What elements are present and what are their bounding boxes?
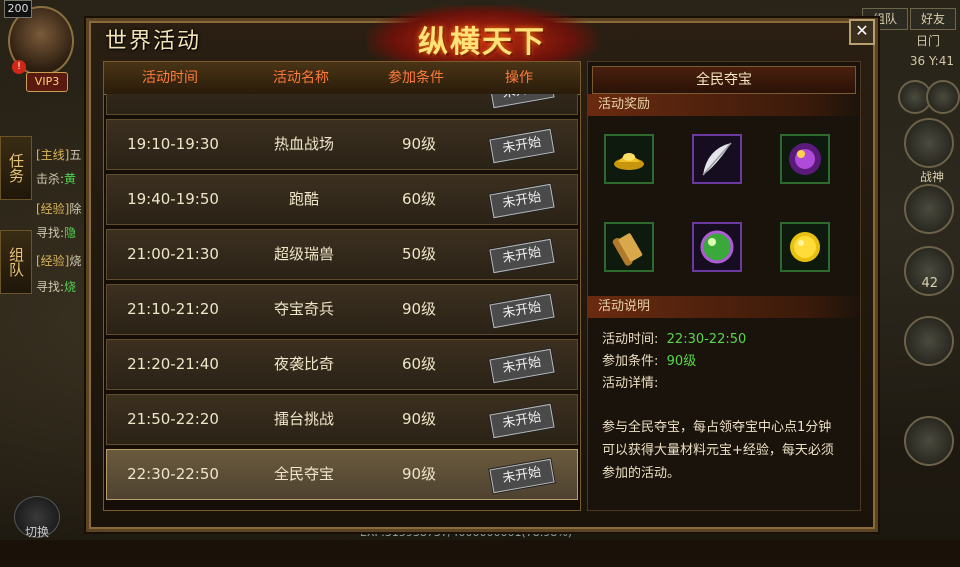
gold-coin-icon[interactable] bbox=[780, 222, 830, 272]
activity-operation: 未开始 bbox=[469, 120, 575, 169]
switch-button[interactable]: 切换 bbox=[14, 496, 60, 539]
activity-condition: 90级 bbox=[401, 135, 437, 153]
world-activity-panel: 世界活动 纵横天下 ✕ 活动时间 活动名称 参加条件 操作 未开始19:10-1… bbox=[86, 5, 878, 532]
rewards-header: 活动奖励 bbox=[588, 94, 864, 116]
player-level: 200 bbox=[4, 0, 32, 18]
activity-operation: 未开始 bbox=[469, 230, 575, 279]
activity-name bbox=[239, 94, 369, 114]
detail-title: 全民夺宝 bbox=[592, 66, 856, 94]
gold-ingot-icon[interactable] bbox=[604, 134, 654, 184]
activity-time: 19:10-19:30 bbox=[127, 135, 219, 153]
status-stamp[interactable]: 未开始 bbox=[489, 348, 555, 384]
header-name: 活动名称 bbox=[273, 70, 329, 86]
tab-quest[interactable]: 任务 bbox=[0, 136, 32, 200]
close-button[interactable]: ✕ bbox=[849, 19, 875, 45]
quest-line[interactable]: 寻找:烧 bbox=[36, 278, 76, 295]
war-god-label: 战神 bbox=[919, 170, 944, 184]
info-header: 活动说明 bbox=[588, 296, 864, 318]
skill-icon[interactable] bbox=[904, 316, 954, 366]
alert-icon[interactable]: ! bbox=[12, 60, 26, 74]
status-stamp[interactable]: 未开始 bbox=[489, 94, 555, 109]
table-row[interactable]: 21:50-22:20 擂台挑战 90级 未开始 bbox=[106, 394, 578, 445]
quest-line[interactable]: [主线]五 bbox=[36, 146, 81, 163]
activity-condition: 50级 bbox=[401, 245, 437, 263]
activity-name: 跑酷 bbox=[288, 190, 319, 208]
activity-time: 22:30-22:50 bbox=[127, 465, 219, 483]
scroll-icon[interactable] bbox=[604, 222, 654, 272]
activity-condition: 90级 bbox=[401, 300, 437, 318]
level-indicator: 42 bbox=[921, 276, 938, 291]
table-row[interactable]: 22:30-22:50 全民夺宝 90级 未开始 bbox=[106, 449, 578, 500]
banner: 纵横天下 bbox=[367, 5, 597, 63]
status-stamp[interactable]: 未开始 bbox=[489, 458, 555, 494]
status-stamp[interactable]: 未开始 bbox=[489, 238, 555, 274]
activity-time: 21:50-22:20 bbox=[127, 410, 219, 428]
activity-condition: 90级 bbox=[401, 410, 437, 428]
gear-icon[interactable] bbox=[926, 80, 960, 114]
activity-condition: 60级 bbox=[401, 355, 437, 373]
table-row[interactable]: 21:20-21:40 夜袭比奇 60级 未开始 bbox=[106, 339, 578, 390]
activity-time: 21:00-21:30 bbox=[127, 245, 219, 263]
header-time: 活动时间 bbox=[142, 70, 198, 86]
time-info: 活动时间: 22:30-22:50 bbox=[602, 332, 747, 347]
activity-operation: 未开始 bbox=[469, 450, 575, 499]
activity-name: 夺宝奇兵 bbox=[273, 300, 334, 318]
list-header: 活动时间 活动名称 参加条件 操作 bbox=[104, 62, 580, 95]
activity-name: 超级瑞兽 bbox=[273, 245, 334, 263]
purple-orb-icon[interactable] bbox=[780, 134, 830, 184]
table-row[interactable]: 21:10-21:20 夺宝奇兵 90级 未开始 bbox=[106, 284, 578, 335]
attack-icon[interactable] bbox=[904, 416, 954, 466]
activity-name: 全民夺宝 bbox=[273, 465, 334, 483]
quest-line[interactable]: [经验]除 bbox=[36, 200, 81, 217]
table-row[interactable]: 19:10-19:30 热血战场 90级 未开始 bbox=[106, 119, 578, 170]
activity-detail: 全民夺宝 活动奖励 活动说明 活动时间: 22:30-22:50 参加条件: 9… bbox=[587, 61, 864, 511]
header-operation: 操作 bbox=[505, 70, 533, 86]
status-stamp[interactable]: 未开始 bbox=[489, 183, 555, 219]
table-row[interactable]: 未开始 bbox=[106, 94, 578, 115]
activity-description: 参与全民夺宝，每占领夺宝中心点1分钟可以获得大量材料元宝+经验，每天必须参加的活… bbox=[602, 420, 834, 481]
activity-operation: 未开始 bbox=[469, 395, 575, 444]
coordinates: 36 Y:41 bbox=[909, 54, 954, 68]
horse-icon[interactable] bbox=[904, 184, 954, 234]
quest-line[interactable]: 击杀:黄 bbox=[36, 170, 76, 187]
activity-time: 19:40-19:50 bbox=[127, 190, 219, 208]
activity-operation: 未开始 bbox=[469, 340, 575, 389]
activity-condition bbox=[369, 94, 469, 114]
quest-line[interactable]: [经验]烧 bbox=[36, 252, 81, 269]
activity-time: 21:20-21:40 bbox=[127, 355, 219, 373]
map-name: 日门 bbox=[915, 34, 940, 48]
activity-name: 夜袭比奇 bbox=[273, 355, 334, 373]
activity-operation: 未开始 bbox=[469, 175, 575, 224]
friends-button[interactable]: 好友 bbox=[910, 8, 956, 30]
activity-condition: 60级 bbox=[401, 190, 437, 208]
table-row[interactable]: 21:00-21:30 超级瑞兽 50级 未开始 bbox=[106, 229, 578, 280]
activity-time: 21:10-21:20 bbox=[127, 300, 219, 318]
quest-line[interactable]: 寻找:隐 bbox=[36, 224, 76, 241]
activity-operation: 未开始 bbox=[469, 94, 575, 114]
status-stamp[interactable]: 未开始 bbox=[489, 293, 555, 329]
vip-badge[interactable]: VIP3 bbox=[26, 72, 68, 92]
header-condition: 参加条件 bbox=[388, 70, 444, 86]
panel-title: 世界活动 bbox=[105, 29, 202, 54]
condition-info: 参加条件: 90级 bbox=[602, 354, 697, 369]
war-god-icon[interactable] bbox=[904, 118, 954, 168]
activity-time bbox=[107, 94, 239, 114]
activity-name: 热血战场 bbox=[273, 135, 334, 153]
table-row[interactable]: 19:40-19:50 跑酷 60级 未开始 bbox=[106, 174, 578, 225]
activity-list: 活动时间 活动名称 参加条件 操作 未开始19:10-19:30热血战场90级未… bbox=[103, 61, 581, 511]
green-gem-icon[interactable] bbox=[692, 222, 742, 272]
activity-operation: 未开始 bbox=[469, 285, 575, 334]
activity-rows[interactable]: 未开始19:10-19:30热血战场90级未开始19:40-19:50跑酷60级… bbox=[104, 94, 580, 510]
banner-text: 纵横天下 bbox=[418, 25, 546, 60]
tab-team[interactable]: 组队 bbox=[0, 230, 32, 294]
status-stamp[interactable]: 未开始 bbox=[489, 128, 555, 164]
detail-label: 活动详情: bbox=[602, 376, 659, 391]
activity-condition: 90级 bbox=[401, 465, 437, 483]
status-stamp[interactable]: 未开始 bbox=[489, 403, 555, 439]
activity-name: 擂台挑战 bbox=[273, 410, 334, 428]
feather-icon[interactable] bbox=[692, 134, 742, 184]
